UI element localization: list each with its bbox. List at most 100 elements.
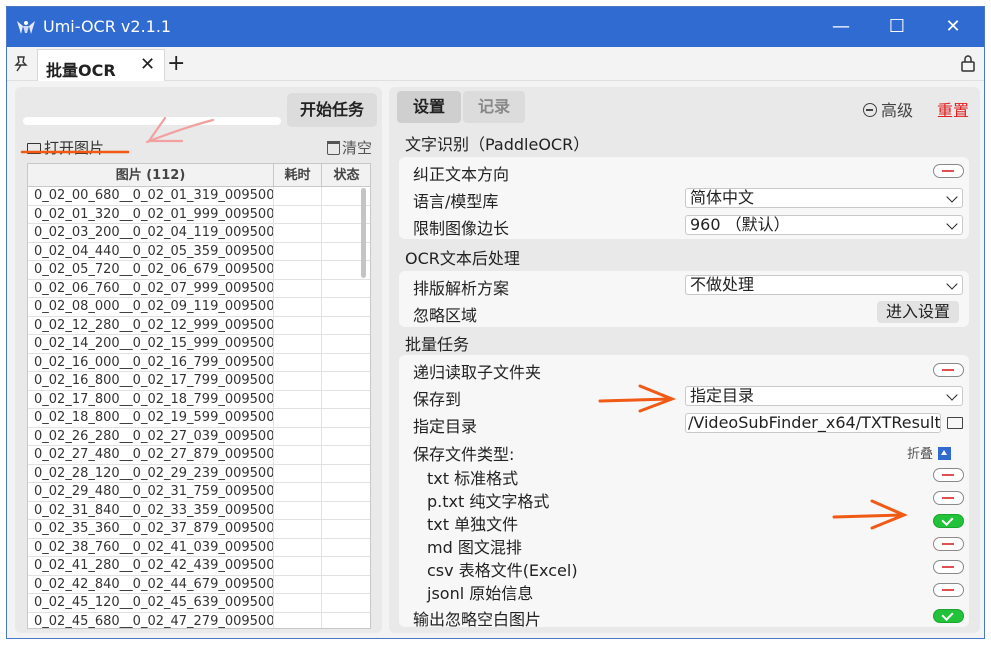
table-row[interactable]: 0_02_05_720__0_02_06_679_0095000 [28,261,370,280]
close-button[interactable]: ✕ [925,7,981,47]
file-name-cell: 0_02_35_360__0_02_37_879_0095000 [28,520,274,539]
column-header-status[interactable]: 状态 [322,164,370,187]
open-images-label: 打开图片 [44,139,105,157]
time-cell [274,187,322,206]
target-dir-label: 指定目录 [413,417,478,436]
tab-label: 批量OCR [46,61,116,80]
clear-button[interactable]: 清空 [327,137,372,158]
file-name-cell: 0_02_29_480__0_02_31_759_0095000 [28,483,274,502]
table-row[interactable]: 0_02_35_360__0_02_37_879_0095000 [28,520,370,539]
type-md-toggle[interactable] [933,537,964,551]
recursive-toggle[interactable] [933,363,964,377]
time-cell [274,316,322,335]
save-to-select[interactable]: 指定目录 [685,386,963,406]
start-task-button[interactable]: 开始任务 [287,93,377,127]
table-row[interactable]: 0_02_18_800__0_02_19_599_0095000 [28,409,370,428]
advanced-toggle[interactable]: 高级 [863,97,913,121]
recursive-label: 递归读取子文件夹 [413,363,542,382]
table-row[interactable]: 0_02_31_840__0_02_33_359_0095000 [28,501,370,520]
table-row[interactable]: 0_02_06_760__0_02_07_999_0095000 [28,279,370,298]
time-cell [274,390,322,409]
table-row[interactable]: 0_02_45_680__0_02_47_279_0095000 [28,612,370,628]
table-row[interactable]: 0_02_38_760__0_02_41_039_0095000 [28,538,370,557]
tab-bar: 批量OCR ✕ + [7,47,984,81]
file-name-cell: 0_02_04_440__0_02_05_359_0095000 [28,242,274,261]
add-tab-icon[interactable]: + [167,51,185,76]
post-settings-card: 排版解析方案 不做处理 忽略区域 进入设置 [399,271,969,327]
fix-direction-toggle[interactable] [933,164,964,178]
type-csv-toggle[interactable] [933,560,964,574]
type-txt-toggle[interactable] [933,468,964,482]
window-title: Umi-OCR v2.1.1 [43,17,172,36]
type-csv-label: csv 表格文件(Excel) [427,561,578,580]
reset-button[interactable]: 重置 [937,97,969,121]
table-row[interactable]: 0_02_45_120__0_02_45_639_0095000 [28,594,370,613]
collapse-label: 折叠 [907,447,934,462]
chevron-down-icon [946,218,958,230]
file-name-cell: 0_02_28_120__0_02_29_239_0095000 [28,464,274,483]
folder-icon [27,143,41,154]
tab-records[interactable]: 记录 [463,91,525,123]
time-cell [274,594,322,613]
ignore-blank-toggle[interactable] [933,608,964,623]
type-ptxt-toggle[interactable] [933,491,964,505]
column-header-time[interactable]: 耗时 [274,164,322,187]
time-cell [274,464,322,483]
table-row[interactable]: 0_02_03_200__0_02_04_119_0095000 [28,224,370,243]
type-ptxt-label: p.txt 纯文字格式 [427,492,550,511]
table-row[interactable]: 0_02_00_680__0_02_01_319_0095000 [28,187,370,206]
target-dir-input[interactable]: /VideoSubFinder_x64/TXTResults [685,413,941,433]
table-row[interactable]: 0_02_26_280__0_02_27_039_0095000 [28,427,370,446]
open-images-button[interactable]: 打开图片 [27,137,104,158]
type-jsonl-toggle[interactable] [933,583,964,597]
folder-icon[interactable] [947,417,963,429]
language-select[interactable]: 简体中文 [685,188,963,208]
table-scrollbar[interactable] [361,188,366,278]
table-row[interactable]: 0_02_17_800__0_02_18_799_0095000 [28,390,370,409]
layout-value: 不做处理 [690,275,755,294]
table-row[interactable]: 0_02_16_800__0_02_17_799_0095000 [28,372,370,391]
tab-settings[interactable]: 设置 [397,91,461,123]
type-txt-single-toggle[interactable] [933,513,964,528]
tab-batch-ocr[interactable]: 批量OCR ✕ [37,49,165,81]
column-header-image[interactable]: 图片 (112) [28,164,274,187]
table-row[interactable]: 0_02_14_200__0_02_15_999_0095000 [28,335,370,354]
lock-icon[interactable] [960,54,976,72]
table-row[interactable]: 0_02_41_280__0_02_42_439_0095000 [28,557,370,576]
table-row[interactable]: 0_02_16_000__0_02_16_799_0095000 [28,353,370,372]
collapse-button[interactable]: 折叠 [907,443,952,462]
table-row[interactable]: 0_02_04_440__0_02_05_359_0095000 [28,242,370,261]
section-title-post: OCR文本后处理 [405,249,520,268]
time-cell [274,446,322,465]
table-row[interactable]: 0_02_01_320__0_02_01_999_0095000 [28,205,370,224]
trash-icon [327,141,340,155]
file-name-cell: 0_02_17_800__0_02_18_799_0095000 [28,390,274,409]
enter-settings-button[interactable]: 进入设置 [877,301,959,323]
table-row[interactable]: 0_02_28_120__0_02_29_239_0095000 [28,464,370,483]
table-row[interactable]: 0_02_27_480__0_02_27_879_0095000 [28,446,370,465]
chevron-down-icon [946,278,958,290]
table-row[interactable]: 0_02_42_840__0_02_44_679_0095000 [28,575,370,594]
check-icon [941,513,954,527]
type-md-label: md 图文混排 [427,538,522,557]
table-row[interactable]: 0_02_08_000__0_02_09_119_0095000 [28,298,370,317]
time-cell [274,427,322,446]
minimize-button[interactable]: — [813,7,869,47]
limit-size-label: 限制图像边长 [413,219,510,238]
file-name-cell: 0_02_16_000__0_02_16_799_0095000 [28,353,274,372]
table-row[interactable]: 0_02_12_280__0_02_12_999_0095000 [28,316,370,335]
limit-size-value: 960 （默认） [690,215,790,234]
minus-circle-icon [863,103,877,117]
table-row[interactable]: 0_02_29_480__0_02_31_759_0095000 [28,483,370,502]
section-title-ocr: 文字识别（PaddleOCR） [405,135,590,154]
advanced-label: 高级 [881,101,914,120]
layout-select[interactable]: 不做处理 [685,275,963,295]
file-types-label: 保存文件类型: [413,445,515,464]
tab-close-icon[interactable]: ✕ [140,54,155,75]
title-bar[interactable]: Umi-OCR v2.1.1 — ☐ ✕ [7,7,984,47]
time-cell [274,501,322,520]
pin-icon[interactable] [13,55,29,73]
maximize-button[interactable]: ☐ [869,7,925,47]
file-table-body: 0_02_00_680__0_02_01_319_0095000 0_02_01_… [28,187,370,628]
limit-size-select[interactable]: 960 （默认） [685,215,963,235]
